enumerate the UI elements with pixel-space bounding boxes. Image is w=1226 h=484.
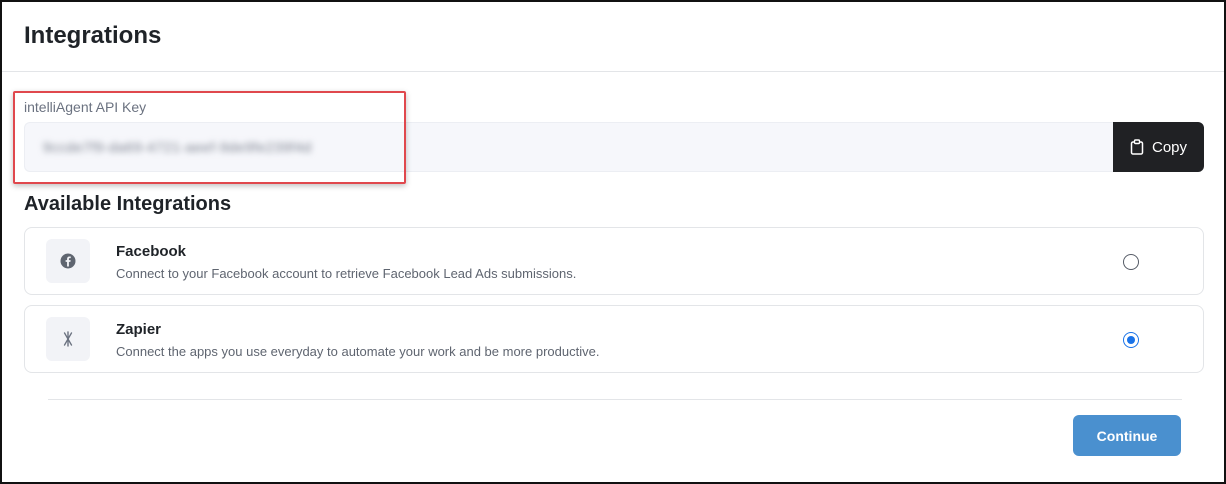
panel-header: Integrations [2, 2, 1224, 72]
footer-divider [48, 399, 1182, 400]
zapier-radio[interactable] [1123, 332, 1139, 348]
integration-card-zapier[interactable]: Zapier Connect the apps you use everyday… [24, 305, 1204, 373]
copy-button[interactable]: Copy [1113, 122, 1204, 172]
clipboard-icon [1130, 139, 1144, 155]
section-title: Available Integrations [24, 193, 232, 215]
facebook-radio[interactable] [1123, 254, 1139, 270]
zapier-icon [46, 317, 90, 361]
api-key-field[interactable]: 9ccde7f9-da69-4721-aeef-9de9fe239f4d [24, 122, 1114, 172]
continue-button[interactable]: Continue [1073, 415, 1181, 456]
facebook-icon [46, 239, 90, 283]
integration-description: Connect the apps you use everyday to aut… [116, 344, 600, 359]
integration-description: Connect to your Facebook account to retr… [116, 266, 577, 281]
integrations-panel: Integrations intelliAgent API Key 9ccde7… [0, 0, 1226, 484]
api-key-value: 9ccde7f9-da69-4721-aeef-9de9fe239f4d [43, 139, 312, 155]
page-title: Integrations [24, 22, 162, 49]
integration-name: Zapier [116, 321, 162, 338]
copy-button-label: Copy [1151, 138, 1188, 156]
api-key-label: intelliAgent API Key [24, 99, 147, 115]
integration-name: Facebook [116, 243, 187, 260]
integration-card-facebook[interactable]: Facebook Connect to your Facebook accoun… [24, 227, 1204, 295]
